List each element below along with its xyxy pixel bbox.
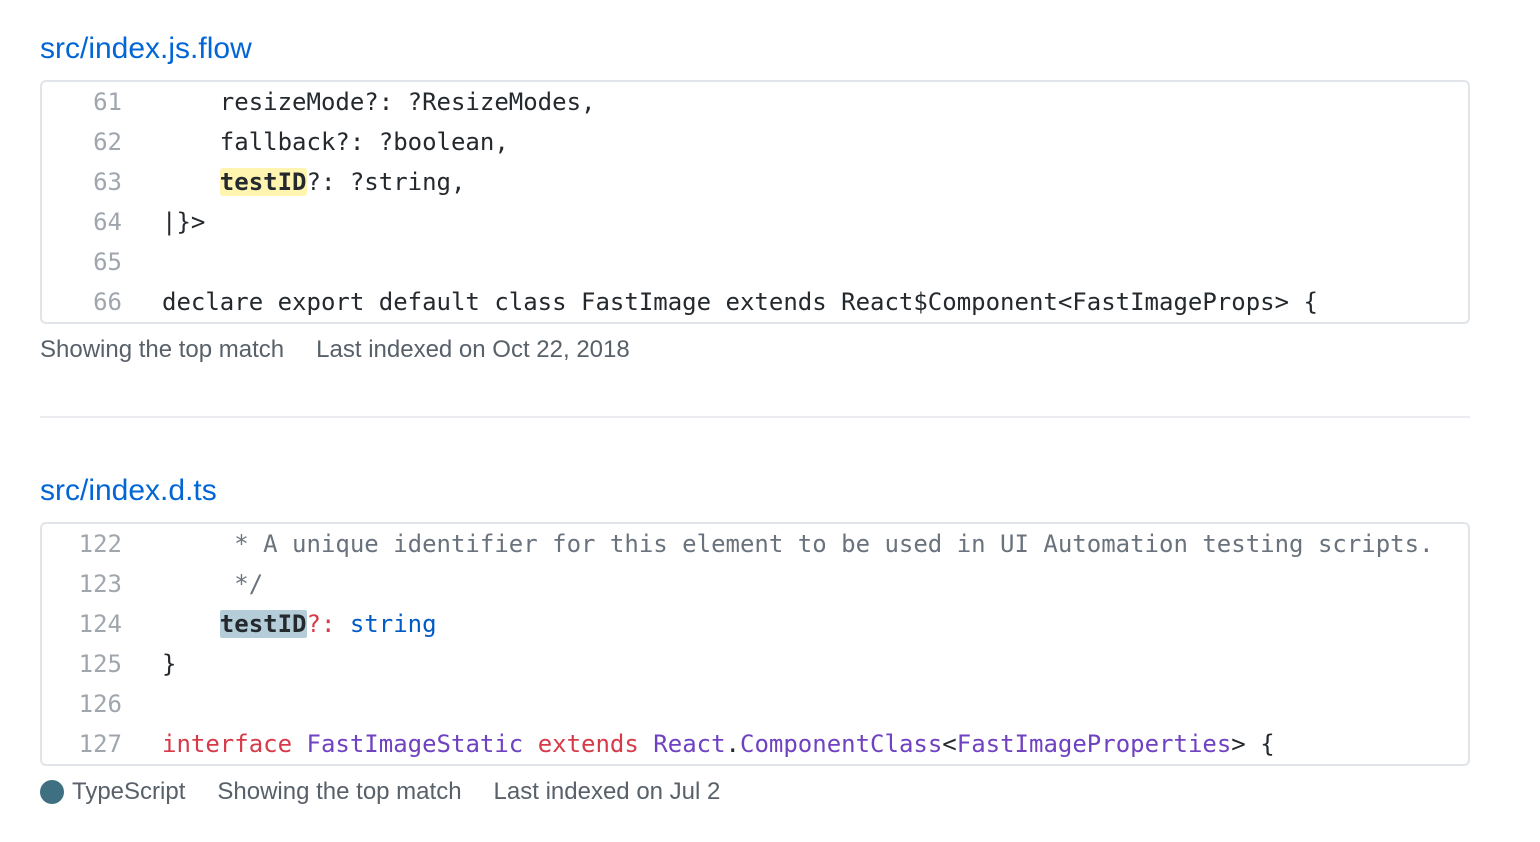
- code-line: 123 */: [42, 564, 1468, 604]
- code-line: 63 testID?: ?string,: [42, 162, 1468, 202]
- line-code: |}>: [122, 202, 205, 242]
- line-number[interactable]: 127: [42, 724, 122, 764]
- code-line: 65: [42, 242, 1468, 282]
- search-result-2: src/index.d.ts 122 * A unique identifier…: [40, 470, 1470, 818]
- line-number[interactable]: 65: [42, 242, 122, 282]
- code-token: }: [162, 650, 177, 678]
- file-link[interactable]: src/index.d.ts: [40, 470, 1470, 512]
- code-token: string: [335, 610, 437, 638]
- code-token: ComponentClass: [740, 730, 943, 758]
- line-number[interactable]: 61: [42, 82, 122, 122]
- match-text: Showing the top match: [217, 778, 462, 805]
- line-code: resizeMode?: ?ResizeModes,: [122, 82, 596, 122]
- code-token: interface: [162, 730, 293, 758]
- code-line: 126: [42, 684, 1468, 724]
- code-line: 62 fallback?: ?boolean,: [42, 122, 1468, 162]
- code-line: 124 testID?: string: [42, 604, 1468, 644]
- indexed-text: Last indexed on Jul 2: [493, 778, 721, 805]
- code-token: declare export default class FastImage e…: [162, 288, 1318, 316]
- code-token: */: [162, 570, 264, 598]
- line-number[interactable]: 125: [42, 644, 122, 684]
- code-token: FastImageProperties: [956, 730, 1232, 758]
- line-number[interactable]: 62: [42, 122, 122, 162]
- code-token: resizeMode?: ?ResizeModes,: [162, 88, 596, 116]
- code-snippet: 122 * A unique identifier for this eleme…: [40, 522, 1470, 766]
- code-token: |}>: [162, 208, 206, 236]
- code-token: > {: [1231, 730, 1275, 758]
- code-token: fallback?: ?boolean,: [162, 128, 509, 156]
- line-number[interactable]: 126: [42, 684, 122, 724]
- search-highlight: testID: [219, 168, 307, 196]
- result-meta: TypeScript Showing the top match Last in…: [40, 766, 1470, 818]
- language-indicator[interactable]: TypeScript: [40, 778, 185, 806]
- code-token: ?:: [306, 610, 336, 638]
- line-number[interactable]: 124: [42, 604, 122, 644]
- code-token: ?: ?string,: [306, 168, 466, 196]
- file-link[interactable]: src/index.js.flow: [40, 28, 1470, 70]
- line-code: testID?: ?string,: [122, 162, 465, 202]
- code-line: 125}: [42, 644, 1468, 684]
- line-code: * A unique identifier for this element t…: [122, 524, 1434, 564]
- code-token: * A unique identifier for this element t…: [162, 530, 1434, 558]
- code-token: <: [942, 730, 957, 758]
- line-number[interactable]: 123: [42, 564, 122, 604]
- result-meta: Showing the top match Last indexed on Oc…: [40, 324, 1470, 376]
- code-token: React: [638, 730, 726, 758]
- code-line: 61 resizeMode?: ?ResizeModes,: [42, 82, 1468, 122]
- code-token: FastImageStatic: [292, 730, 538, 758]
- line-code: }: [122, 644, 176, 684]
- search-result-1: src/index.js.flow 61 resizeMode?: ?Resiz…: [40, 28, 1470, 376]
- code-snippet: 61 resizeMode?: ?ResizeModes, 62 fallback…: [40, 80, 1470, 324]
- code-line: 127 interface FastImageStatic extends Rea…: [42, 724, 1468, 764]
- code-line: 122 * A unique identifier for this eleme…: [42, 524, 1468, 564]
- line-code: interface FastImageStatic extends React.…: [122, 724, 1275, 764]
- line-number[interactable]: 66: [42, 282, 122, 322]
- line-number[interactable]: 64: [42, 202, 122, 242]
- line-code: fallback?: ?boolean,: [122, 122, 509, 162]
- line-number[interactable]: 63: [42, 162, 122, 202]
- line-code: declare export default class FastImage e…: [122, 282, 1318, 322]
- code-line: 64 |}>: [42, 202, 1468, 242]
- line-code: */: [122, 564, 263, 604]
- code-token: .: [725, 730, 740, 758]
- match-text: Showing the top match: [40, 336, 285, 363]
- line-code: testID?: string: [122, 604, 437, 644]
- code-token: extends: [537, 730, 639, 758]
- code-line: 66 declare export default class FastImage…: [42, 282, 1468, 322]
- result-divider: [40, 416, 1470, 418]
- language-name: TypeScript: [72, 778, 186, 805]
- line-number[interactable]: 122: [42, 524, 122, 564]
- language-color-dot-icon: [40, 780, 64, 804]
- indexed-text: Last indexed on Oct 22, 2018: [316, 336, 630, 363]
- search-highlight: testID: [219, 610, 307, 638]
